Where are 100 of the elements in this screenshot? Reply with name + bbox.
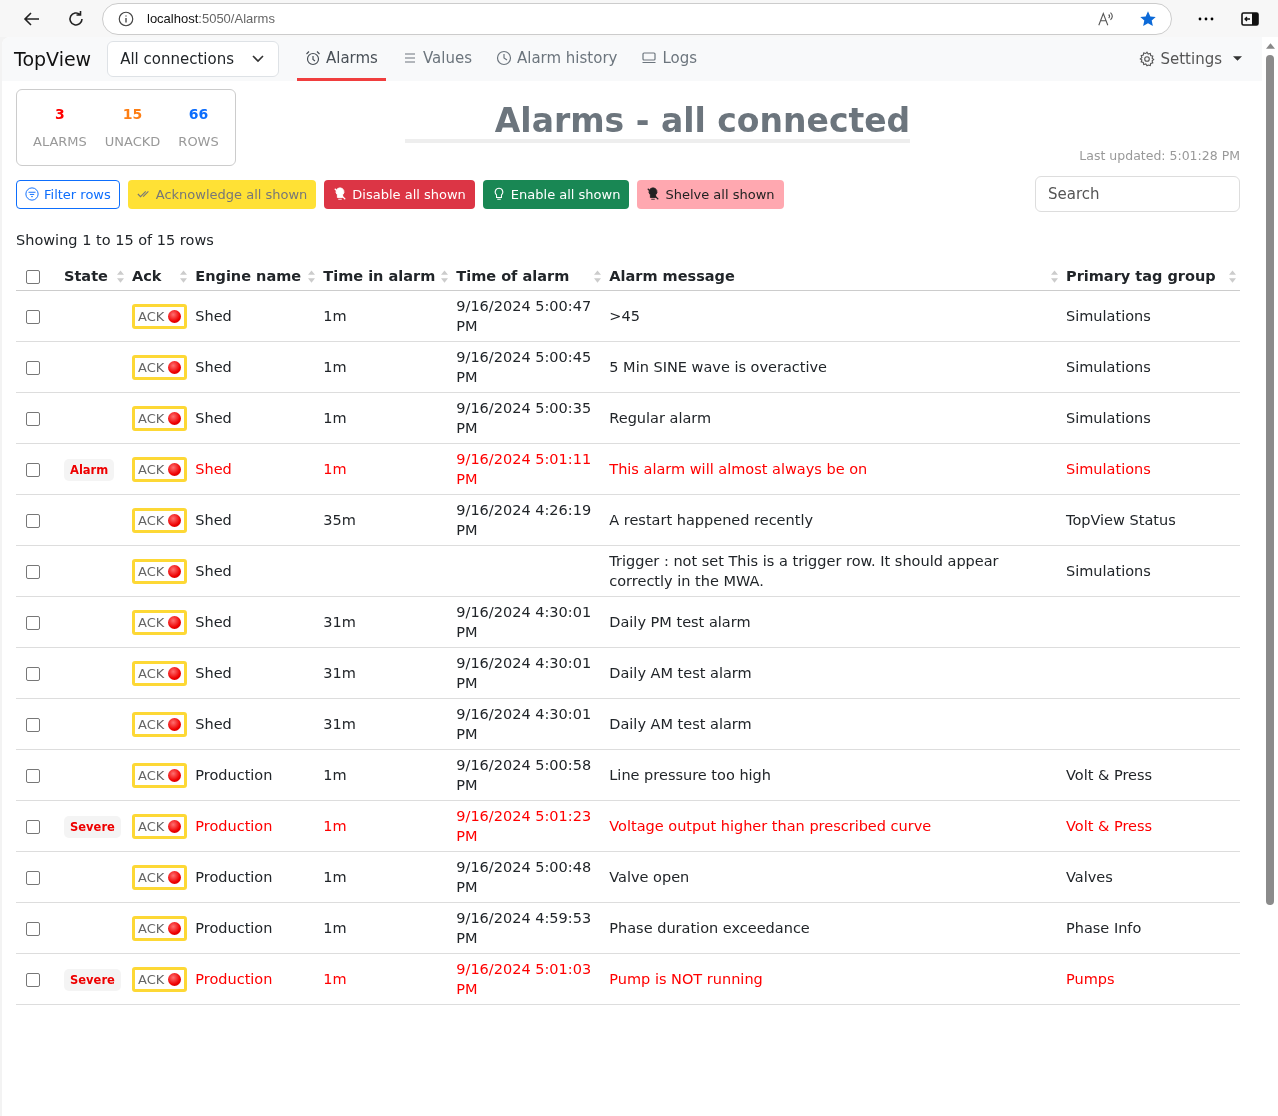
action-button[interactable]: Enable all shown [482, 179, 630, 209]
led-icon [168, 411, 182, 425]
stat-label: ROWS [178, 134, 219, 149]
ack-button[interactable]: ACK [132, 456, 188, 482]
action-button[interactable]: Acknowledge all shown [127, 179, 317, 209]
column-header[interactable]: Engine name [195, 268, 302, 284]
engine-name: Shed [195, 563, 232, 579]
alarm-message: Daily AM test alarm [609, 665, 752, 681]
row-checkbox[interactable] [26, 361, 40, 375]
row-checkbox[interactable] [26, 973, 40, 987]
url-text: localhost:5050/Alarms [147, 11, 276, 26]
stat-label: UNACKD [104, 134, 161, 149]
action-button[interactable]: Shelve all shown [637, 179, 784, 209]
time-of-alarm: 9/16/2024 5:01:11 PM [456, 451, 592, 487]
last-updated-text: Last updated: 5:01:28 PM [1079, 148, 1240, 163]
led-icon [168, 717, 182, 731]
row-checkbox[interactable] [26, 718, 40, 732]
led-icon [168, 768, 182, 782]
tag-group: Simulations [1066, 563, 1151, 579]
row-checkbox[interactable] [26, 412, 40, 426]
reload-icon[interactable] [66, 8, 86, 29]
row-checkbox[interactable] [26, 514, 40, 528]
time-in-alarm: 1m [323, 461, 347, 477]
led-icon [168, 870, 182, 884]
ack-button[interactable]: ACK [132, 813, 188, 839]
action-button[interactable]: Filter rows [16, 179, 120, 209]
clock-icon [495, 49, 512, 66]
time-in-alarm: 31m [323, 716, 356, 732]
row-checkbox[interactable] [26, 616, 40, 630]
engine-name: Shed [195, 665, 232, 681]
address-bar[interactable]: localhost:5050/Alarms [102, 2, 1172, 35]
ack-button[interactable]: ACK [132, 303, 188, 329]
search-field[interactable]: Search [1035, 176, 1240, 212]
row-checkbox[interactable] [26, 565, 40, 579]
led-icon [168, 309, 182, 323]
column-header[interactable]: Time in alarm [323, 268, 436, 284]
row-checkbox[interactable] [26, 463, 40, 477]
select-all-checkbox[interactable] [26, 270, 40, 284]
nav-tab[interactable]: Logs [633, 37, 706, 81]
alarm-message: A restart happened recently [609, 512, 814, 528]
scroll-up-icon[interactable] [1265, 43, 1275, 49]
read-aloud-icon[interactable] [1097, 9, 1115, 28]
time-of-alarm: 9/16/2024 5:01:23 PM [456, 808, 592, 844]
nav-tab[interactable]: Values [393, 37, 480, 81]
time-in-alarm: 31m [323, 614, 356, 630]
page-title: Alarms - all connected [404, 103, 911, 144]
favorite-star-icon[interactable] [1139, 9, 1157, 28]
ack-button[interactable]: ACK [132, 354, 188, 380]
nav-tab[interactable]: Alarm history [487, 37, 626, 81]
ack-button[interactable]: ACK [132, 660, 188, 686]
connection-select[interactable]: All connections [107, 41, 279, 77]
alarm-message: Phase duration exceedance [609, 920, 810, 936]
ack-button[interactable]: ACK [132, 762, 188, 788]
settings-menu[interactable]: Settings [1139, 50, 1242, 68]
ack-button[interactable]: ACK [132, 558, 188, 584]
ack-button[interactable]: ACK [132, 711, 188, 737]
stat-label: ALARMS [33, 134, 87, 149]
brand-name[interactable]: TopView [14, 48, 92, 70]
ack-button[interactable]: ACK [132, 507, 188, 533]
tag-group: Simulations [1066, 308, 1151, 324]
column-header[interactable]: Primary tag group [1066, 268, 1216, 284]
tag-group: Volt & Press [1066, 818, 1153, 834]
column-header[interactable]: Ack [132, 268, 162, 284]
time-of-alarm: 9/16/2024 5:00:48 PM [456, 859, 592, 895]
nav-tab[interactable]: Alarms [297, 37, 386, 81]
engine-name: Production [195, 818, 273, 834]
row-checkbox[interactable] [26, 310, 40, 324]
row-checkbox[interactable] [26, 922, 40, 936]
row-checkbox[interactable] [26, 667, 40, 681]
ack-button[interactable]: ACK [132, 609, 188, 635]
engine-name: Production [195, 869, 273, 885]
ack-button[interactable]: ACK [132, 915, 188, 941]
time-in-alarm: 1m [323, 308, 347, 324]
engine-name: Production [195, 767, 273, 783]
alarm-message: Valve open [609, 869, 690, 885]
alarm-message: Voltage output higher than prescribed curve [609, 818, 932, 834]
ack-button[interactable]: ACK [132, 966, 188, 992]
engine-name: Shed [195, 461, 232, 477]
row-checkbox[interactable] [26, 820, 40, 834]
ack-button[interactable]: ACK [132, 864, 188, 890]
engine-name: Shed [195, 716, 232, 732]
tag-group: Phase Info [1066, 920, 1142, 936]
tag-group: Simulations [1066, 410, 1151, 426]
time-in-alarm: 1m [323, 410, 347, 426]
row-checkbox[interactable] [26, 871, 40, 885]
column-header[interactable]: Time of alarm [456, 268, 570, 284]
action-button[interactable]: Disable all shown [324, 179, 475, 209]
row-checkbox[interactable] [26, 769, 40, 783]
column-header[interactable]: Alarm message [609, 268, 735, 284]
time-of-alarm: 9/16/2024 5:00:47 PM [456, 298, 592, 334]
led-icon [168, 615, 182, 629]
time-of-alarm: 9/16/2024 4:30:01 PM [456, 655, 592, 691]
ack-button[interactable]: ACK [132, 405, 188, 431]
column-header[interactable]: State [64, 268, 108, 284]
info-icon[interactable] [117, 9, 135, 28]
scrollbar-thumb[interactable] [1266, 55, 1274, 905]
led-icon [168, 972, 182, 986]
logs-icon [641, 49, 658, 66]
pagination-info: Showing 1 to 15 of 15 rows [16, 232, 215, 248]
time-of-alarm: 9/16/2024 5:00:45 PM [456, 349, 592, 385]
